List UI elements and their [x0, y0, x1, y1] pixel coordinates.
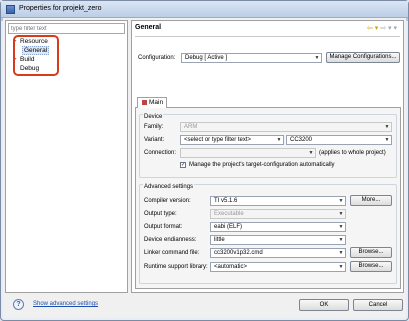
compiler-version-select[interactable]: TI v5.1.6 ▼	[210, 196, 346, 206]
manage-target-config-checkbox[interactable]: ✓	[180, 162, 186, 168]
variant-label: Variant:	[144, 137, 165, 143]
chevron-down-icon: ▼	[338, 237, 344, 243]
chevron-down-icon: ▼	[384, 124, 390, 130]
chevron-down-icon: ▼	[384, 137, 390, 143]
tab-label: Main	[149, 99, 164, 106]
properties-content-pane: General ⇦ ▾ ⇨ ▾ ▾ Configuration: Debug […	[131, 20, 404, 293]
variant-value: CC3200	[290, 137, 313, 143]
device-endianness-value: little	[214, 237, 225, 243]
variant-filter-text: <select or type filter text>	[184, 137, 252, 143]
chevron-down-icon: ▼	[338, 211, 344, 217]
linker-command-file-value: cc3200v1p32.cmd	[214, 250, 263, 256]
dialog-client-area: ▸ Resource General ▸ Build Debug General	[3, 18, 406, 318]
ok-button[interactable]: OK	[299, 299, 349, 311]
group-title: Advanced settings	[143, 184, 195, 190]
dialog-button-bar: ? Show advanced settings OK Cancel	[3, 295, 406, 318]
back-arrow-icon[interactable]: ⇦ ▾	[367, 25, 378, 32]
output-type-value: Executable	[214, 211, 244, 217]
device-endianness-label: Device endianness:	[144, 237, 197, 243]
tab-folder: Device Family: ARM ▼ Variant: <select or…	[135, 97, 401, 289]
history-nav: ⇦ ▾ ⇨ ▾ ▾	[367, 24, 397, 32]
chevron-down-icon: ▼	[308, 150, 314, 156]
main-tab-icon	[142, 99, 147, 105]
header-divider	[135, 36, 400, 37]
show-advanced-settings-link[interactable]: Show advanced settings	[33, 301, 98, 307]
window-title: Properties for projekt_zero	[19, 5, 102, 12]
advanced-settings-group: Advanced settings Compiler version: TI v…	[139, 184, 397, 284]
device-endianness-select[interactable]: little ▼	[210, 235, 346, 245]
linker-command-file-label: Linker command file:	[144, 250, 200, 256]
family-select[interactable]: ARM ▼	[180, 122, 392, 132]
tab-main[interactable]: Main	[137, 97, 167, 108]
chevron-down-icon: ▼	[338, 198, 344, 204]
connection-select[interactable]: ▼	[180, 148, 316, 158]
output-format-value: eabi (ELF)	[214, 224, 243, 230]
app-icon	[6, 5, 15, 14]
configuration-label: Configuration:	[138, 55, 176, 61]
main-tab-body: Device Family: ARM ▼ Variant: <select or…	[135, 107, 401, 289]
connection-note: (applies to whole project)	[319, 150, 386, 156]
title-bar: Properties for projekt_zero	[1, 1, 408, 18]
page-title: General	[135, 24, 162, 31]
runtime-support-library-value: <automatic>	[214, 264, 248, 270]
filter-input[interactable]	[8, 23, 125, 34]
chevron-down-icon: ▼	[338, 264, 344, 270]
navigation-pane: ▸ Resource General ▸ Build Debug	[5, 20, 128, 293]
linker-command-file-input[interactable]: cc3200v1p32.cmd ▼	[210, 248, 346, 258]
properties-dialog: Properties for projekt_zero ▸ Resource G…	[0, 0, 409, 321]
help-icon[interactable]: ?	[13, 299, 24, 310]
runtime-browse-button[interactable]: Browse...	[350, 261, 392, 272]
chevron-down-icon: ▼	[276, 137, 282, 143]
manage-configurations-button[interactable]: Manage Configurations...	[326, 52, 400, 63]
connection-label: Connection:	[144, 150, 177, 156]
chevron-down-icon: ▼	[338, 224, 344, 230]
output-format-select[interactable]: eabi (ELF) ▼	[210, 222, 346, 232]
compiler-more-button[interactable]: More...	[350, 195, 392, 206]
linker-browse-button[interactable]: Browse...	[350, 247, 392, 258]
device-group: Device Family: ARM ▼ Variant: <select or…	[139, 114, 397, 178]
family-value: ARM	[184, 124, 198, 130]
output-type-select[interactable]: Executable ▼	[210, 209, 346, 219]
runtime-support-library-select[interactable]: <automatic> ▼	[210, 262, 346, 272]
variant-select[interactable]: CC3200 ▼	[286, 135, 392, 145]
runtime-support-library-label: Runtime support library:	[144, 264, 208, 270]
configuration-value: Debug [ Active ]	[185, 55, 228, 61]
family-label: Family:	[144, 124, 164, 130]
configuration-select[interactable]: Debug [ Active ] ▼	[181, 53, 322, 63]
chevron-down-icon: ▼	[314, 55, 320, 61]
highlight-annotation	[13, 35, 59, 76]
output-format-label: Output format:	[144, 224, 183, 230]
manage-target-config-label: Manage the project's target-configuratio…	[189, 162, 335, 168]
group-title: Device	[143, 114, 164, 120]
chevron-down-icon: ▼	[338, 250, 344, 256]
variant-filter-input[interactable]: <select or type filter text> ▼	[180, 135, 284, 145]
compiler-version-label: Compiler version:	[144, 198, 191, 204]
forward-arrow-icon[interactable]: ⇨ ▾ ▾	[380, 25, 397, 32]
cancel-button[interactable]: Cancel	[353, 299, 403, 311]
output-type-label: Output type:	[144, 211, 177, 217]
compiler-version-value: TI v5.1.6	[214, 198, 238, 204]
